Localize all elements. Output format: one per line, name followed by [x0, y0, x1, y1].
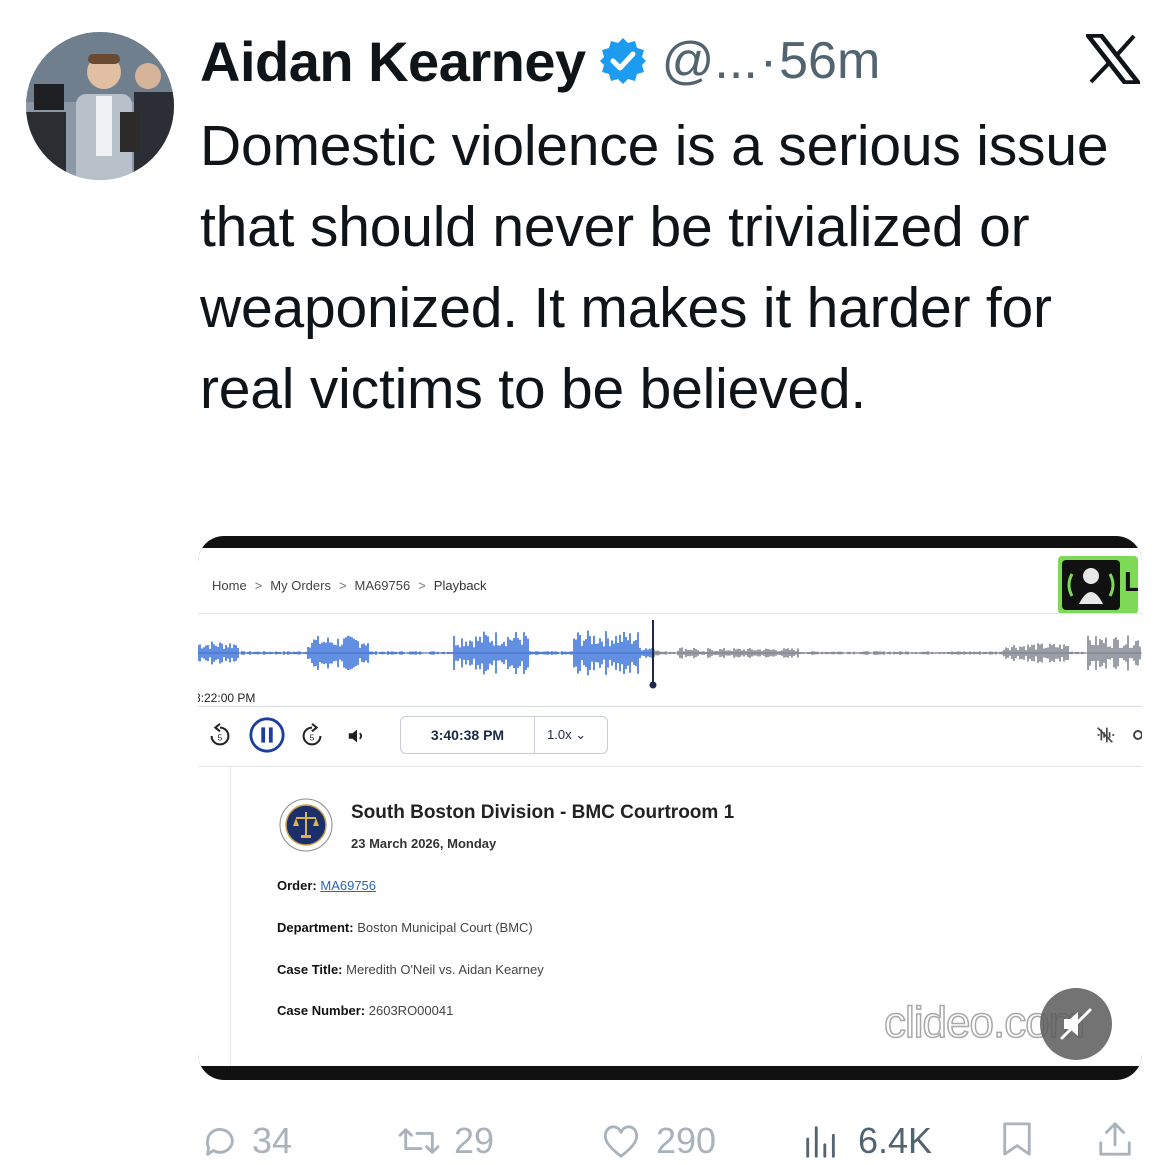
case-title-field: Case Title: Meredith O'Neil vs. Aidan Ke…: [277, 962, 544, 977]
view-count: 6.4K: [858, 1120, 933, 1161]
reply-button[interactable]: 34: [200, 1120, 292, 1162]
tweet-media-video[interactable]: Home > My Orders > MA69756 > Playback L 3:22:0…: [198, 536, 1142, 1080]
court-date: 23 March 2026, Monday: [351, 836, 497, 851]
audio-waveform[interactable]: [198, 618, 1142, 698]
repost-count: 29: [454, 1120, 495, 1161]
volume-icon[interactable]: [346, 725, 368, 752]
department-label: Department:: [277, 920, 354, 935]
tweet-header: Aidan Kearney @... · 56m: [200, 28, 1000, 94]
settings-icon[interactable]: [1132, 728, 1142, 746]
audio-off-icon[interactable]: [1094, 724, 1116, 751]
avatar-photo: [26, 32, 174, 180]
views-bar-chart-icon: [806, 1126, 835, 1158]
unmute-button[interactable]: [1040, 988, 1112, 1060]
video-frame: Home > My Orders > MA69756 > Playback L 3:22:0…: [198, 548, 1142, 1066]
speed-value: 1.0x: [547, 727, 572, 742]
breadcrumb-separator: >: [254, 578, 263, 593]
x-logo-icon[interactable]: [1083, 34, 1143, 84]
breadcrumb-separator: >: [418, 578, 426, 593]
case-number-label: Case Number:: [277, 1003, 366, 1018]
divider: [198, 613, 1142, 614]
playhead-handle: [649, 681, 657, 689]
repost-icon: [398, 1128, 440, 1154]
svg-text:5: 5: [218, 733, 223, 743]
channel-logo: L: [1058, 556, 1138, 614]
bookmark-icon: [1003, 1122, 1031, 1156]
views-button[interactable]: 6.4K: [802, 1120, 932, 1162]
logo-letter: L: [1124, 566, 1138, 597]
breadcrumb: Home > My Orders > MA69756 > Playback: [212, 578, 487, 593]
share-button[interactable]: [1096, 1120, 1134, 1158]
heart-icon: [603, 1125, 639, 1158]
svg-text:5: 5: [310, 733, 315, 743]
order-label: Order:: [277, 878, 317, 893]
breadcrumb-home: Home: [212, 578, 247, 593]
repost-button[interactable]: 29: [398, 1120, 494, 1162]
case-number-field: Case Number: 2603RO00041: [277, 1003, 453, 1018]
playback-speed-select[interactable]: 1.0x ⌄: [535, 727, 607, 743]
chevron-down-icon: ⌄: [575, 727, 587, 742]
reply-count: 34: [252, 1120, 293, 1161]
department-value: Boston Municipal Court (BMC): [357, 920, 533, 935]
like-button[interactable]: 290: [600, 1120, 716, 1162]
order-field: Order: MA69756: [277, 878, 376, 893]
author-handle[interactable]: @...: [662, 31, 758, 91]
waveform-start-time: 3:22:00 PM: [198, 691, 256, 705]
order-link[interactable]: MA69756: [320, 878, 376, 893]
breadcrumb-separator: >: [338, 578, 347, 593]
time-speed-box: 3:40:38 PM 1.0x ⌄: [400, 716, 608, 754]
player-controls: 5 5 3:40:38 PM 1.0x ⌄: [198, 716, 1142, 758]
tweet-timestamp[interactable]: 56m: [779, 31, 880, 91]
podcast-logo-icon: [1062, 560, 1120, 610]
bookmark-button[interactable]: [1000, 1120, 1034, 1158]
divider: [198, 706, 1142, 707]
case-title-value: Meredith O'Neil vs. Aidan Kearney: [346, 962, 544, 977]
speaker-muted-icon: [1060, 1008, 1092, 1040]
reply-icon: [206, 1128, 234, 1156]
share-icon: [1099, 1122, 1131, 1156]
court-name: South Boston Division - BMC Courtroom 1: [351, 802, 735, 823]
breadcrumb-playback: Playback: [433, 578, 487, 593]
case-number-value: 2603RO00041: [368, 1003, 454, 1018]
tweet-action-bar: 34 29 290 6.4K: [0, 1110, 1170, 1165]
breadcrumb-order: MA69756: [354, 578, 411, 593]
court-seal-icon: [279, 798, 333, 852]
verified-badge-icon[interactable]: [598, 36, 648, 86]
forward-5-icon[interactable]: 5: [298, 722, 326, 755]
tweet-text: Domestic violence is a serious issue tha…: [200, 114, 1109, 421]
meta-separator: ·: [759, 32, 778, 90]
author-avatar[interactable]: [26, 32, 174, 180]
rewind-5-icon[interactable]: 5: [206, 722, 234, 755]
case-title-label: Case Title:: [277, 962, 343, 977]
breadcrumb-my-orders: My Orders: [270, 578, 331, 593]
author-name[interactable]: Aidan Kearney: [200, 29, 586, 94]
like-count: 290: [656, 1120, 717, 1161]
current-time: 3:40:38 PM: [401, 716, 535, 754]
department-field: Department: Boston Municipal Court (BMC): [277, 920, 533, 935]
pause-button-icon[interactable]: [248, 716, 286, 759]
